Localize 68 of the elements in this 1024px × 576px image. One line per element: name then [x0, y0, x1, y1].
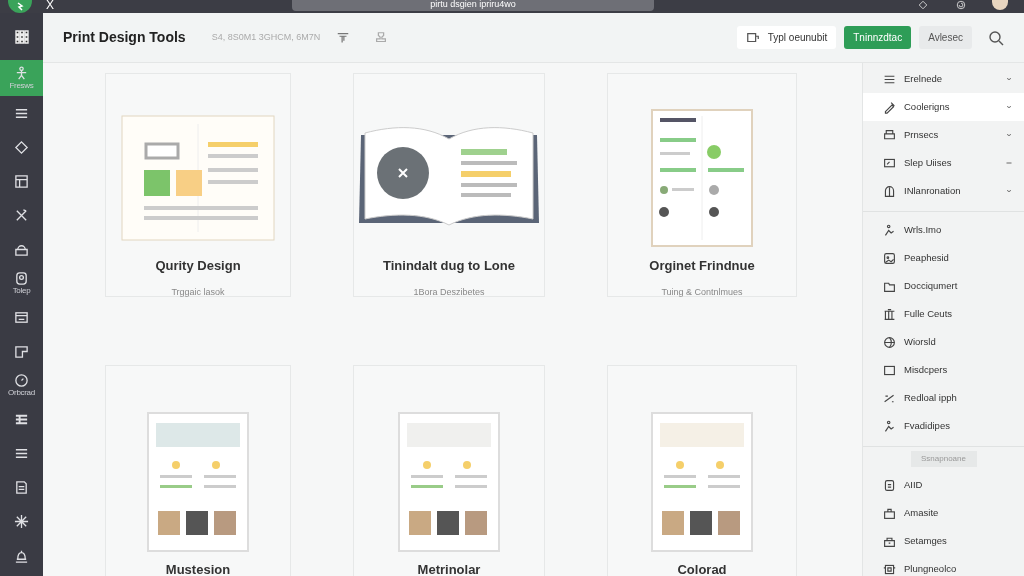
address-field[interactable]: pirtu dsgien ipriru4wo — [292, 0, 654, 11]
toolbar-button[interactable]: Avlesec — [919, 26, 972, 49]
panel-item[interactable]: Redloal ipph — [863, 384, 1024, 412]
card-subtitle: 1Bora Deszibetes — [413, 285, 485, 299]
panel-item[interactable]: Wrls.Imo — [863, 216, 1024, 244]
card-title: Colorad — [677, 562, 727, 576]
panel-item[interactable]: Setamges — [863, 527, 1024, 555]
panel-item[interactable]: Slep Uiises — [863, 149, 1024, 177]
panel-item[interactable]: Plungneolco — [863, 555, 1024, 576]
card-title: Mustesion — [165, 562, 231, 576]
briefcase-icon — [883, 506, 896, 520]
diamond-icon — [14, 139, 29, 155]
toolbar-button[interactable]: Typl oeunubit — [736, 26, 837, 49]
sidebar-label: Fresws — [9, 81, 34, 90]
dial-icon — [14, 373, 29, 388]
avatar[interactable] — [992, 0, 1008, 10]
arch-icon — [883, 184, 896, 198]
window-icon — [14, 309, 29, 325]
card-subtitle: Trggaic lasok — [171, 285, 225, 299]
diamond-icon[interactable] — [916, 0, 930, 10]
card-title: Qurity Design — [155, 258, 241, 274]
sidebar-label: Tolep — [12, 286, 31, 295]
snowflake-icon — [14, 513, 29, 529]
screen-icon — [745, 30, 760, 45]
section-label: Ssnapnoane — [910, 451, 977, 467]
pen-icon — [883, 100, 896, 114]
square-icon — [883, 363, 896, 377]
panel-item[interactable]: INlanronation — [863, 177, 1024, 205]
swirl-icon[interactable] — [954, 0, 968, 10]
panel-item[interactable]: Fulle Ceuts — [863, 300, 1024, 328]
sidebar-item[interactable]: Tolep — [0, 266, 43, 300]
panel-item[interactable]: Misdcpers — [863, 356, 1024, 384]
portrait-icon — [14, 271, 29, 286]
sidebar-item[interactable]: Orbcrad — [0, 368, 43, 402]
figure-icon — [883, 419, 896, 433]
scissors-icon — [14, 207, 29, 223]
card-subtitle: Tuing & Contnlmues — [661, 285, 743, 299]
chip-icon — [883, 562, 896, 576]
panel-item[interactable]: Peaphesid — [863, 244, 1024, 272]
card-title: Orginet Frindnue — [649, 258, 755, 274]
page-title: Print Design Tools — [63, 29, 186, 46]
close-button[interactable]: X — [46, 0, 54, 10]
menu-icon[interactable] — [13, 28, 30, 45]
panel-item[interactable]: Wiorsld — [863, 328, 1024, 356]
globe-icon — [883, 335, 896, 349]
sidebar-label: Orbcrad — [8, 388, 35, 397]
panel-item[interactable]: Prnsecs — [863, 121, 1024, 149]
page-subtitle: S4, 8S0M1 3GHCM, 6M7N — [211, 30, 321, 44]
panel-item[interactable]: AIID — [863, 471, 1024, 499]
person-icon — [14, 66, 29, 81]
panel-item[interactable]: Coolerigns — [863, 93, 1024, 121]
monitor-icon — [883, 156, 896, 170]
panel-item[interactable]: Fvadidipes — [863, 412, 1024, 440]
card-title: Tinindalt dug to Lone — [383, 258, 515, 274]
panel-item[interactable]: Docciqumert — [863, 272, 1024, 300]
panel-item[interactable]: Amasite — [863, 499, 1024, 527]
columns-icon — [883, 307, 896, 321]
figure-icon — [883, 223, 896, 237]
image-icon — [883, 251, 896, 265]
panel-item[interactable]: Erelnede — [863, 65, 1024, 93]
search-icon[interactable] — [988, 30, 1004, 47]
filter-icon[interactable] — [336, 30, 351, 45]
document-icon — [14, 479, 29, 495]
card-title: Metrinolar — [417, 562, 481, 576]
panel-icon — [14, 343, 29, 359]
printer-icon — [883, 128, 896, 142]
badge-icon — [883, 478, 896, 492]
layout-icon — [14, 173, 29, 189]
